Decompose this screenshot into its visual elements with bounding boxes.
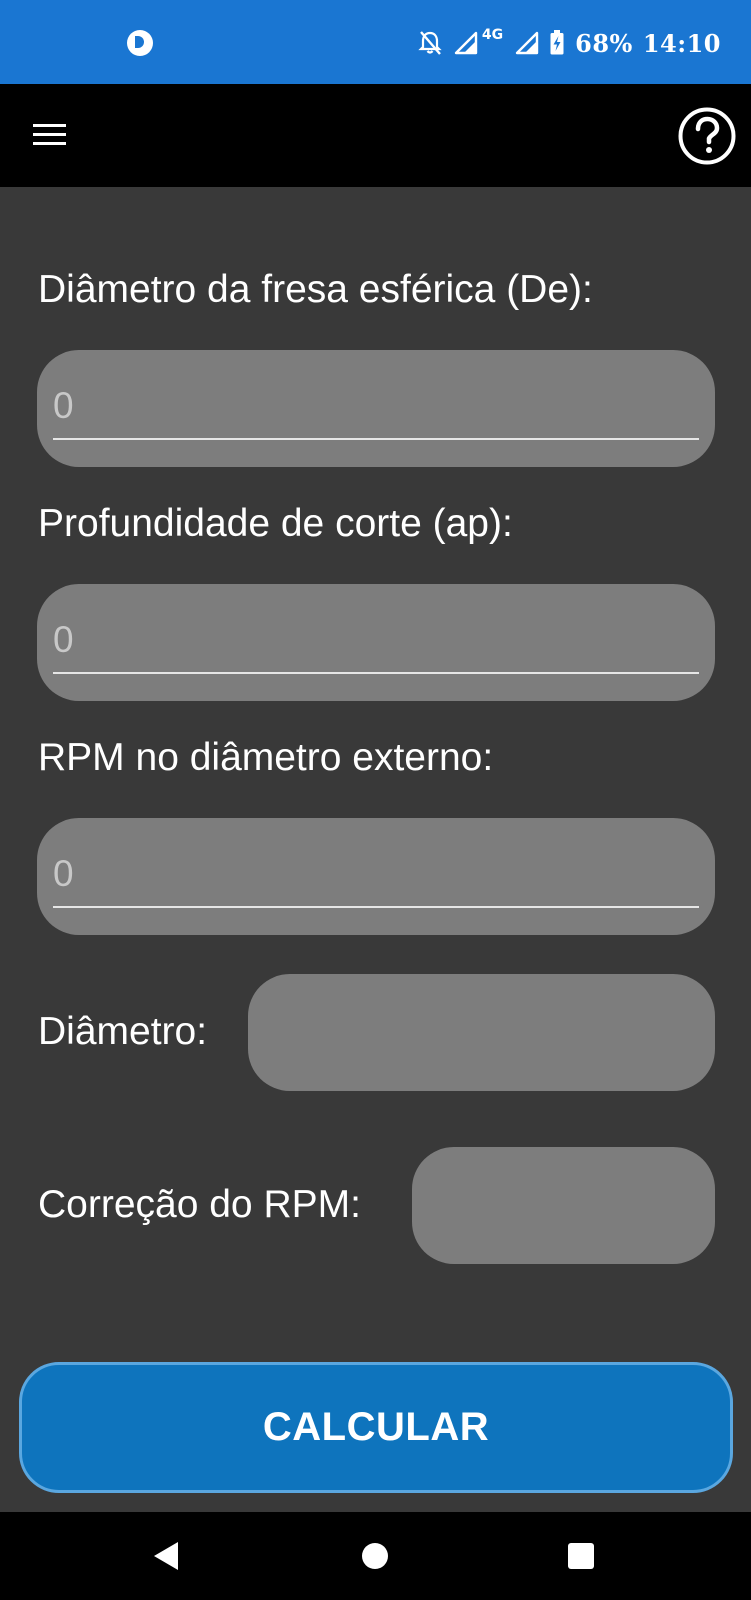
form-content: Diâmetro da fresa esférica (De): Profund… — [0, 187, 751, 1512]
calculate-button[interactable]: CALCULAR — [19, 1362, 733, 1493]
ap-input[interactable] — [53, 614, 699, 674]
signal-icon-2 — [515, 31, 539, 55]
network-type: 4G — [481, 27, 504, 43]
help-circle-icon[interactable] — [677, 106, 737, 166]
calculate-button-label: CALCULAR — [262, 1405, 490, 1449]
ap-label: Profundidade de corte (ap): — [38, 502, 513, 545]
status-icons: 4G 68% 14:10 — [418, 26, 721, 60]
rpm-label: RPM no diâmetro externo: — [38, 736, 494, 779]
app-bar — [0, 84, 751, 187]
home-circle-icon[interactable] — [331, 1512, 419, 1600]
rpm-field-container — [37, 818, 715, 935]
rpm-input[interactable] — [53, 848, 699, 908]
rpm-correction-label: Correção do RPM: — [38, 1183, 361, 1226]
ap-field-container — [37, 584, 715, 701]
de-field-container — [37, 350, 715, 467]
bell-off-icon — [418, 31, 442, 55]
diameter-output — [248, 974, 715, 1091]
back-triangle-icon[interactable] — [122, 1512, 210, 1600]
rpm-correction-output — [412, 1147, 715, 1264]
battery-percent: 68% — [575, 28, 633, 58]
de-label: Diâmetro da fresa esférica (De): — [38, 268, 593, 311]
recents-square-icon[interactable] — [537, 1512, 625, 1600]
signal-icon — [454, 31, 478, 55]
app-notification-icon — [127, 30, 153, 56]
system-nav-bar — [0, 1512, 751, 1600]
status-bar: 4G 68% 14:10 — [0, 0, 751, 84]
diameter-label: Diâmetro: — [38, 1010, 208, 1053]
hamburger-menu-icon[interactable] — [30, 120, 70, 150]
battery-charging-icon — [550, 30, 564, 55]
de-input[interactable] — [53, 380, 699, 440]
clock: 14:10 — [642, 28, 721, 58]
